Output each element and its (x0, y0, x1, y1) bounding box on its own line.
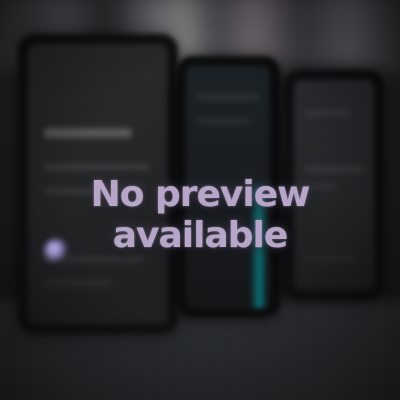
no-preview-text: No preview available (90, 174, 311, 256)
preview-image: No preview available (0, 0, 400, 400)
no-preview-label: No preview available (0, 174, 400, 256)
